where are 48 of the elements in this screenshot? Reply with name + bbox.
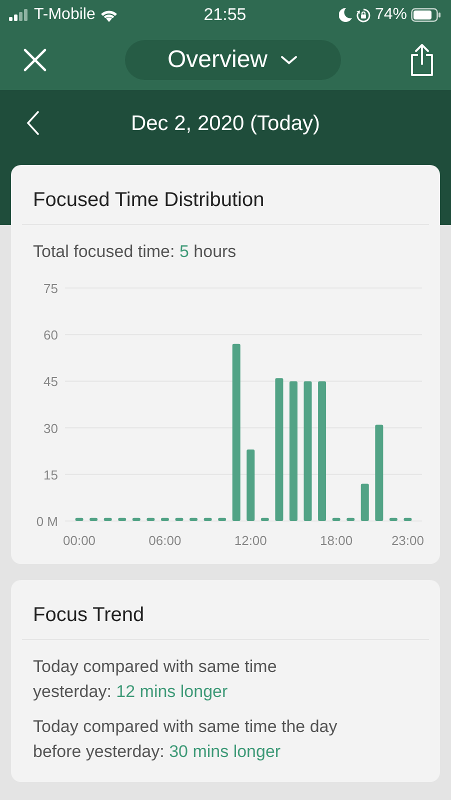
total-focused-time: Total focused time: 5 hours: [33, 241, 238, 263]
bar: [404, 518, 412, 521]
wifi-icon: [100, 8, 118, 22]
signal-icon: [9, 9, 29, 21]
card-title: Focused Time Distribution: [22, 165, 429, 225]
bar: [175, 518, 184, 521]
axis-tick-label: 75: [44, 281, 58, 296]
bar: [260, 518, 269, 521]
trend-text: Today compared with same time the day before yesterday: 30 mins longer: [33, 716, 338, 763]
view-dropdown[interactable]: Overview: [124, 40, 340, 80]
bar: [346, 518, 355, 521]
bar: [204, 518, 212, 521]
axis-tick-label: 0 M: [36, 514, 58, 529]
bar: [104, 518, 112, 521]
bar: [160, 518, 169, 521]
bar: [190, 518, 198, 521]
close-button[interactable]: [22, 47, 48, 73]
bar: [360, 484, 369, 521]
bar: [90, 518, 98, 521]
share-button[interactable]: [409, 43, 435, 77]
battery-icon: [410, 8, 441, 22]
axis-tick-label: 12:00: [234, 533, 267, 548]
date-label: Dec 2, 2020 (Today): [130, 112, 320, 136]
bar: [75, 518, 84, 521]
battery-percent: 74%: [374, 6, 407, 24]
moon-icon: [338, 8, 352, 22]
bar: [118, 518, 126, 521]
bar: [389, 518, 398, 521]
carrier-name: T-Mobile: [34, 6, 96, 24]
bar: [146, 518, 155, 521]
bar: [132, 518, 140, 521]
bar: [246, 450, 255, 521]
card-title: Focus Trend: [22, 580, 429, 640]
rotation-lock-icon: [356, 8, 371, 22]
bar: [332, 518, 340, 521]
bar: [218, 518, 226, 521]
trend-text: Today compared with same time yesterday: 12 mins longer: [33, 656, 278, 703]
axis-tick-label: 06:00: [148, 533, 182, 548]
axis-tick-label: 18:00: [320, 533, 353, 548]
status-time: 21:55: [204, 5, 246, 25]
axis-tick-label: 45: [44, 374, 58, 390]
chevron-down-icon: [280, 55, 298, 65]
axis-tick-label: 23:00: [391, 533, 424, 548]
axis-tick-label: 15: [44, 467, 58, 482]
axis-tick-label: 00:00: [63, 533, 96, 548]
axis-tick-label: 60: [44, 328, 58, 343]
axis-tick-label: 30: [44, 420, 58, 436]
back-button[interactable]: [26, 110, 40, 136]
